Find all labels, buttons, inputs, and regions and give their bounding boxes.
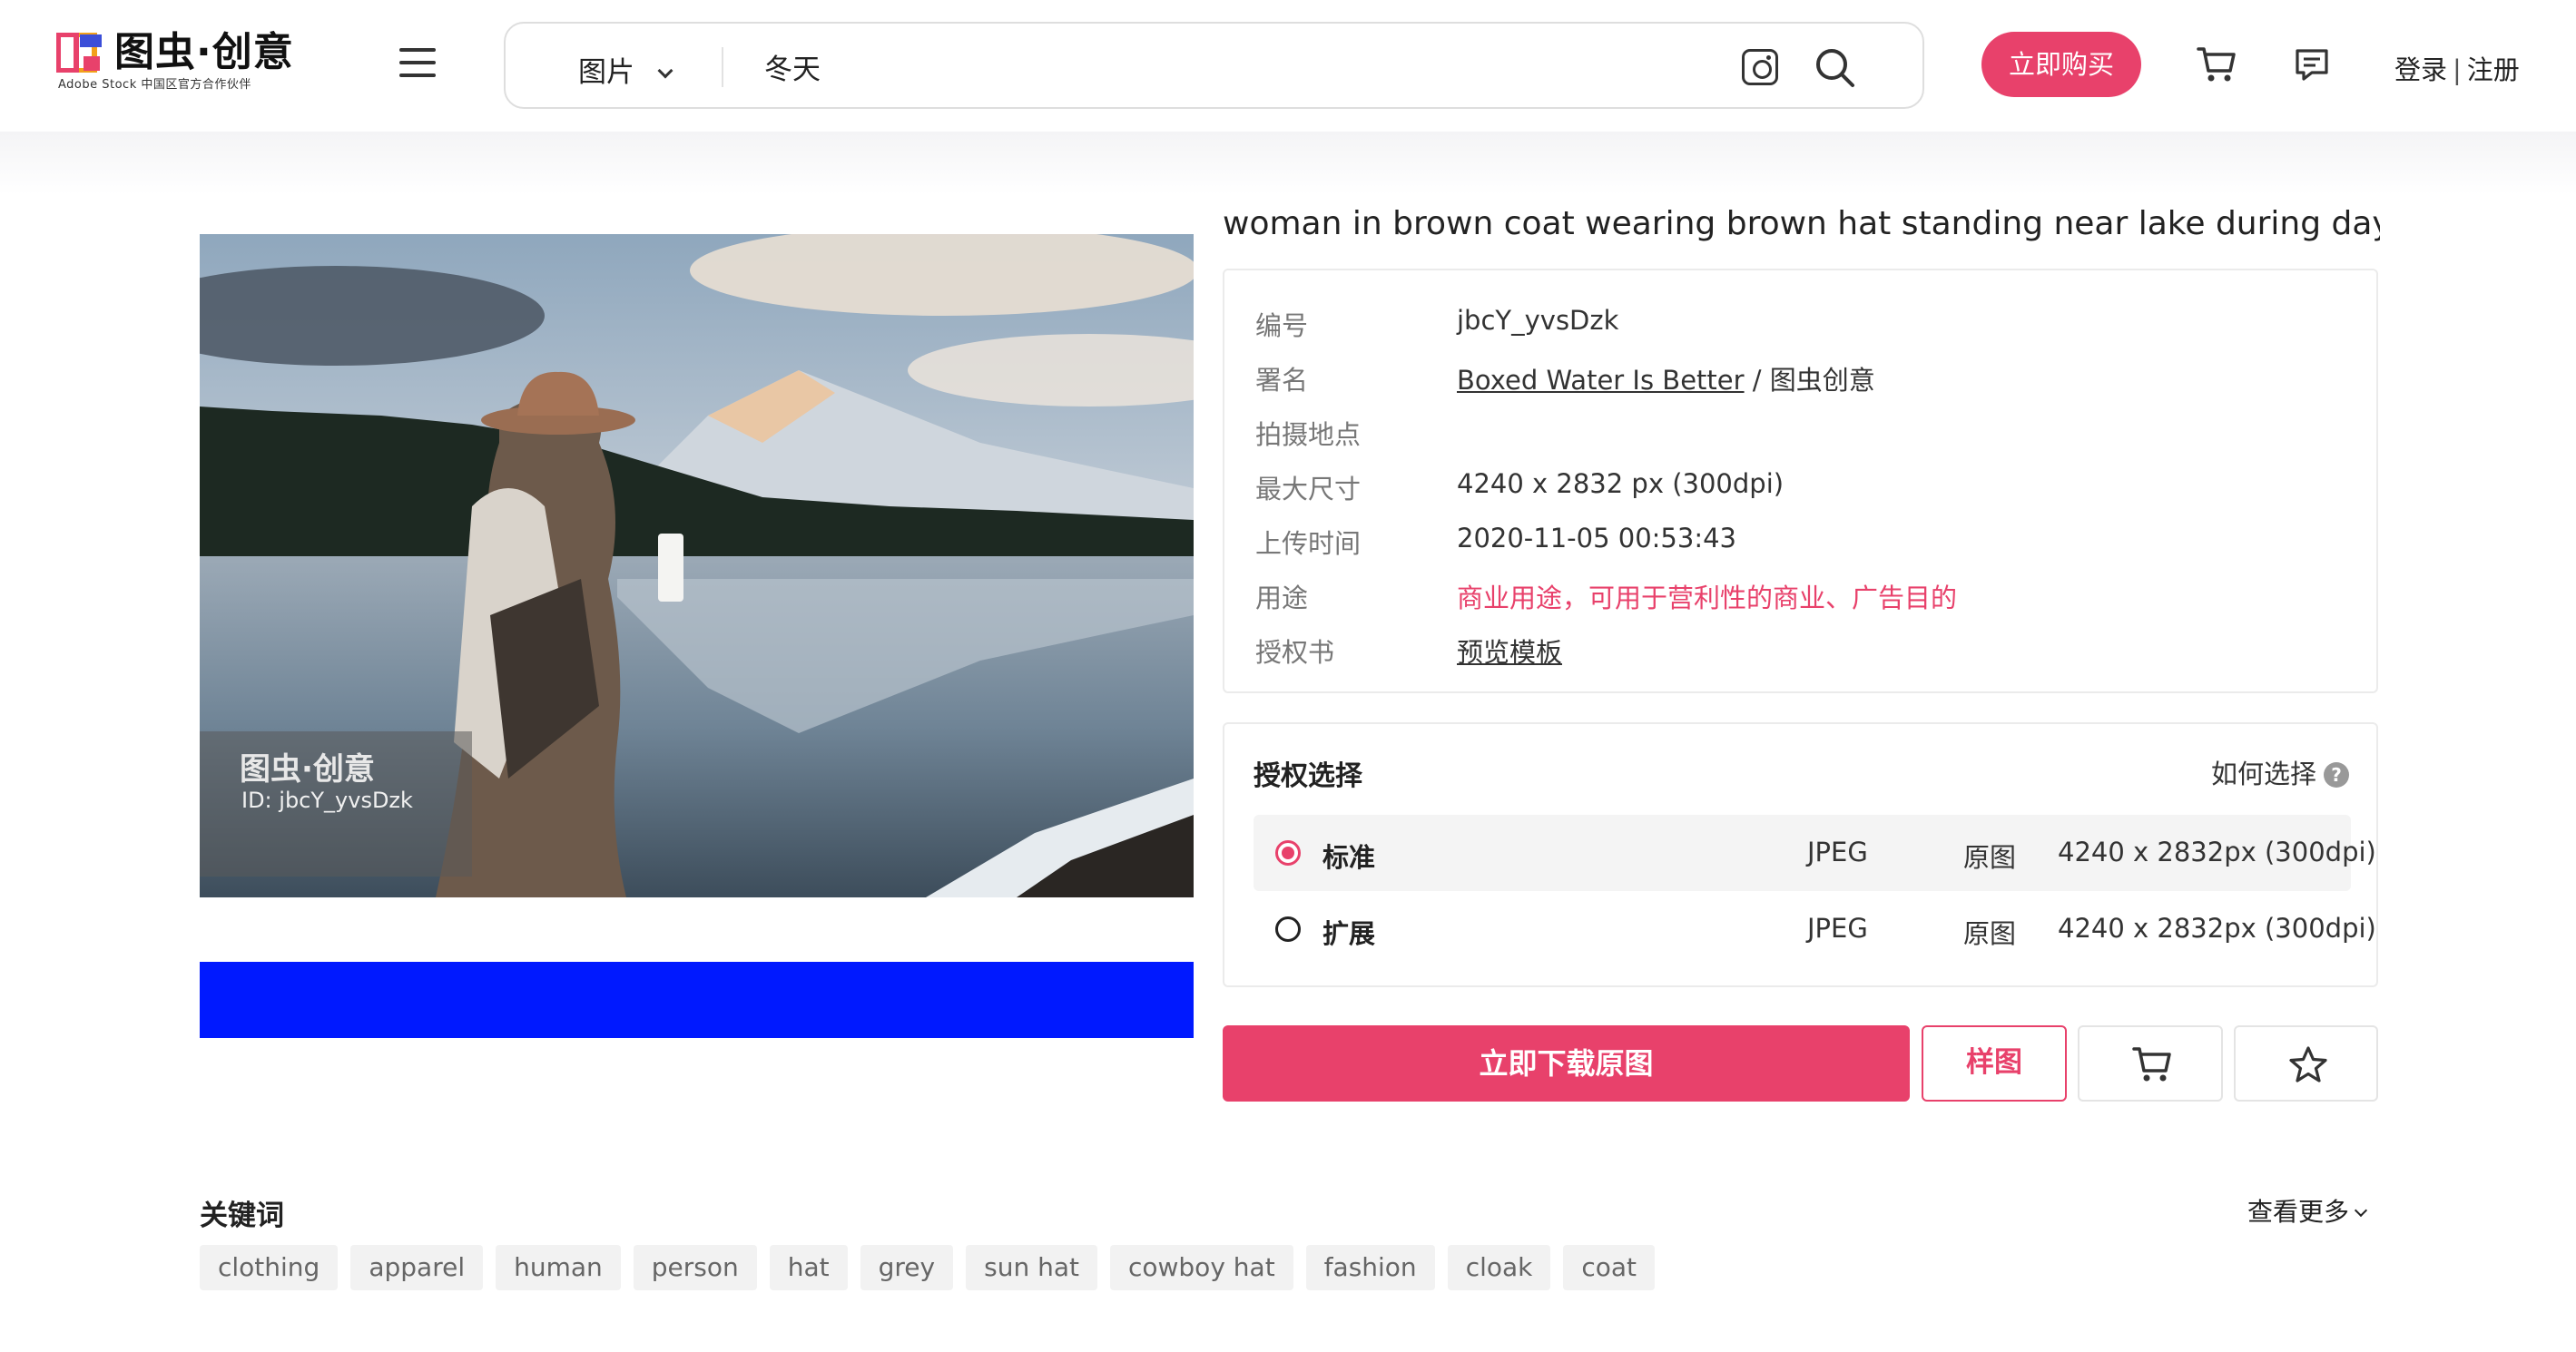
- hamburger-menu-icon[interactable]: [399, 48, 436, 77]
- keywords-title: 关键词: [200, 1200, 284, 1232]
- keyword-tag[interactable]: coat: [1563, 1245, 1656, 1290]
- photo-info-panel: 编号 jbcY_yvsDzk 署名 Boxed Water Is Better …: [1223, 269, 2378, 693]
- add-to-cart-button[interactable]: [2078, 1025, 2223, 1102]
- info-label: 授权书: [1255, 637, 1335, 668]
- info-value: 预览模板: [1457, 632, 1562, 670]
- info-label: 用途: [1255, 583, 1309, 613]
- sample-button[interactable]: 样图: [1922, 1025, 2067, 1102]
- preview-template-link[interactable]: 预览模板: [1457, 637, 1562, 668]
- keyword-tag[interactable]: grey: [860, 1245, 954, 1290]
- photo-title: woman in brown coat wearing brown hat st…: [1223, 205, 2380, 242]
- photo-watermark: 图虫·创意 ID: jbcY_yvsDzk: [200, 731, 472, 877]
- license-size: 4240 x 2832px (300dpi): [2058, 913, 2376, 944]
- license-option-extended[interactable]: 扩展 JPEG 原图 4240 x 2832px (300dpi): [1254, 891, 2376, 967]
- download-original-button[interactable]: 立即下载原图: [1223, 1025, 1910, 1102]
- main-photo[interactable]: 图虫·创意 ID: jbcY_yvsDzk: [200, 234, 1194, 897]
- chevron-down-icon: [2354, 1203, 2368, 1218]
- search-icon[interactable]: [1813, 45, 1856, 89]
- search-type-dropdown[interactable]: 图片: [578, 49, 673, 90]
- license-title: 授权选择: [1254, 760, 1362, 792]
- license-type: 原图: [1963, 918, 2017, 949]
- license-option-standard[interactable]: 标准 JPEG 原图 4240 x 2832px (300dpi): [1254, 815, 2376, 891]
- logo-mark-icon: [56, 33, 102, 73]
- keyword-tag[interactable]: apparel: [350, 1245, 484, 1290]
- keyword-tags: clothing apparel human person hat grey s…: [200, 1245, 1656, 1290]
- keyword-tag[interactable]: hat: [769, 1245, 848, 1290]
- login-link[interactable]: 登录: [2394, 54, 2447, 85]
- info-label: 署名: [1255, 365, 1309, 396]
- keyword-tag[interactable]: sun hat: [966, 1245, 1097, 1290]
- license-type: 原图: [1963, 842, 2017, 873]
- auth-links: 登录 | 注册: [2394, 49, 2520, 87]
- license-size: 4240 x 2832px (300dpi): [2058, 837, 2376, 867]
- image-search-camera-icon[interactable]: [1742, 49, 1778, 85]
- radio-selected-icon[interactable]: [1275, 840, 1301, 866]
- info-label: 拍摄地点: [1255, 419, 1362, 450]
- license-format: JPEG: [1807, 913, 1868, 944]
- keyword-tag[interactable]: clothing: [200, 1245, 339, 1290]
- buy-now-button[interactable]: 立即购买: [1981, 32, 2141, 97]
- search-type-label: 图片: [578, 56, 634, 89]
- cart-icon: [2132, 1047, 2171, 1082]
- chevron-down-icon: [657, 63, 673, 79]
- author-link[interactable]: Boxed Water Is Better: [1457, 365, 1745, 396]
- star-icon: [2289, 1046, 2327, 1083]
- license-name: 标准: [1322, 842, 1376, 873]
- logo-text: 图虫·创意: [114, 29, 294, 75]
- favorite-button[interactable]: [2234, 1025, 2378, 1102]
- license-name: 扩展: [1322, 918, 1376, 949]
- help-icon: ?: [2324, 762, 2349, 788]
- info-value: 4240 x 2832 px (300dpi): [1457, 468, 1785, 499]
- keyword-tag[interactable]: fashion: [1305, 1245, 1435, 1290]
- keyword-tag[interactable]: cloak: [1447, 1245, 1551, 1290]
- view-more-link[interactable]: 查看更多: [2247, 1192, 2368, 1229]
- keyword-tag[interactable]: human: [496, 1245, 621, 1290]
- info-value: jbcY_yvsDzk: [1457, 305, 1619, 336]
- info-value: 商业用途，可用于营利性的商业、广告目的: [1457, 583, 1958, 613]
- watermark-logo: 图虫·创意: [240, 751, 375, 788]
- blue-banner[interactable]: [200, 962, 1194, 1038]
- info-value: 2020-11-05 00:53:43: [1457, 523, 1736, 554]
- info-value: Boxed Water Is Better / 图虫创意: [1457, 359, 1875, 397]
- how-to-choose-link[interactable]: 如何选择?: [2211, 753, 2349, 791]
- auth-separator: |: [2453, 54, 2462, 85]
- site-logo[interactable]: 图虫·创意 Adobe Stock 中国区官方合作伙伴: [56, 29, 301, 94]
- author-suffix: / 图虫创意: [1744, 365, 1875, 396]
- search-bar: 图片: [504, 22, 1924, 109]
- info-label: 最大尺寸: [1255, 474, 1362, 505]
- header-shadow: [0, 132, 2576, 195]
- license-format: JPEG: [1807, 837, 1868, 867]
- logo-subtitle: Adobe Stock 中国区官方合作伙伴: [58, 78, 251, 92]
- watermark-id: ID: jbcY_yvsDzk: [241, 788, 413, 813]
- how-to-choose-label: 如何选择: [2210, 759, 2316, 789]
- info-label: 编号: [1255, 310, 1309, 341]
- license-selection-panel: 授权选择 如何选择? 标准 JPEG 原图 4240 x 2832px (300…: [1223, 722, 2378, 987]
- message-icon[interactable]: [2294, 47, 2330, 82]
- register-link[interactable]: 注册: [2467, 54, 2520, 85]
- search-divider: [722, 47, 723, 87]
- radio-unselected-icon[interactable]: [1275, 916, 1301, 942]
- keyword-tag[interactable]: cowboy hat: [1109, 1245, 1293, 1290]
- info-label: 上传时间: [1255, 528, 1362, 559]
- view-more-label: 查看更多: [2247, 1197, 2350, 1227]
- cart-icon[interactable]: [2197, 45, 2237, 83]
- keyword-tag[interactable]: person: [633, 1245, 757, 1290]
- search-input[interactable]: [764, 42, 1672, 91]
- top-header: 图虫·创意 Adobe Stock 中国区官方合作伙伴 图片 立即购买 登录|注…: [0, 0, 2576, 132]
